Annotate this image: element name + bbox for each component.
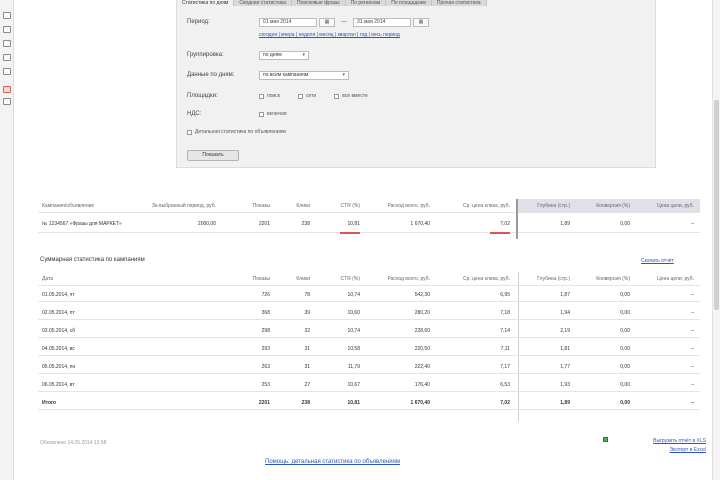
vertical-scrollbar[interactable] [712,0,720,480]
placement-search-checkbox[interactable]: поиск [259,93,280,99]
summary-row: № 1234567 «Фразы для МАРКЕТ» 2000,00 220… [38,215,700,233]
chevron-down-icon: ▾ [302,51,305,58]
wallet-icon[interactable] [3,68,11,75]
data-select[interactable]: по всем кампаниям ▾ [259,70,349,80]
placement-all-checkbox[interactable]: все вместе [334,93,368,99]
daily-header-row: Дата Показы Клики CTR (%) Расход всего, … [38,272,700,286]
summary-header-row: Кампания/объявление За выбранный период,… [38,199,700,213]
tab-other[interactable]: Прочая статистика [431,0,487,6]
placement-networks-checkbox[interactable]: сети [297,93,316,99]
vat-checkbox[interactable]: включая [259,111,287,117]
home-icon[interactable] [3,12,11,19]
campaigns-icon[interactable] [3,26,11,33]
table-row: 03.05.2014, сб 298 32 10,74 228,60 7,14 … [38,324,700,338]
grouping-label: Группировка: [187,52,224,58]
vat-label: НДС: [187,111,202,117]
table-row: 01.05.2014, чт 726 78 10,74 542,30 6,95 … [38,288,700,302]
updated-note: Обновлено 14.05.2014 13:58 [40,440,107,446]
help-icon[interactable] [3,98,11,105]
placement-label: Площадки: [187,93,218,99]
date-presets-links[interactable]: сегодня | вчера | неделя | месяц | кварт… [259,32,400,38]
calendar-to-icon[interactable]: ▦ [413,17,429,27]
table-row: 05.05.2014, пн 263 31 11,79 222,40 7,17 … [38,360,700,374]
table-row: 06.05.2014, вт 253 27 10,67 176,40 6,53 … [38,378,700,392]
detail-checkbox[interactable]: Детальная статистика по объявлениям [187,129,286,135]
tab-placements[interactable]: По площадкам [386,0,432,6]
daily-table: Дата Показы Клики CTR (%) Расход всего, … [38,272,700,422]
data-row: Данные по дням: по всем кампаниям ▾ [187,69,349,81]
alert-icon[interactable] [3,86,11,93]
date-from-input[interactable]: 01 мая 2014 [259,17,317,27]
vat-row: НДС: включая [187,108,305,120]
period-label: Период: [187,19,210,25]
report-tabs: Статистика по дням Сводная статистика По… [177,0,655,6]
export-report-link[interactable]: Скачать отчёт [641,258,674,264]
help-detail-link[interactable]: Помощь: детальная статистика по объявлен… [265,459,400,465]
tab-daily[interactable]: Статистика по дням [177,0,235,6]
chevron-down-icon: ▾ [342,71,345,78]
data-label: Данные по дням: [187,72,235,78]
show-button[interactable]: Показать [187,150,239,161]
scrollbar-thumb[interactable] [714,100,719,310]
tab-summary[interactable]: Сводная статистика [234,0,292,6]
table-row: 02.05.2014, пт 368 39 10,60 280,20 7,18 … [38,306,700,320]
placement-row: Площадки: поиск сети все вместе [187,90,386,102]
grouping-select[interactable]: по дням ▾ [259,50,309,60]
period-row: Период: 01 мая 2014 ▦ — 31 мая 2014 ▦ [187,16,429,28]
cpc-highlight-mark [490,232,510,234]
filter-panel: Статистика по дням Сводная статистика По… [176,0,656,168]
table-row: 04.05.2014, вс 293 31 10,58 220,50 7,11 … [38,342,700,356]
grouping-row: Группировка: по дням ▾ [187,49,309,61]
stats-icon[interactable] [3,40,11,47]
detail-row: Детальная статистика по объявлениям [187,126,304,138]
tab-regions[interactable]: По регионам [345,0,387,6]
settings-icon[interactable] [3,54,11,61]
calendar-from-icon[interactable]: ▦ [319,17,335,27]
total-row: Итого 2201 238 10,81 1 670,40 7,02 1,89 … [38,396,700,410]
daily-section-title: Суммарная статистика по кампаниям [40,257,145,263]
ctr-highlight-mark [340,232,360,234]
summary-table: Кампания/объявление За выбранный период,… [38,199,700,239]
footer-links: Выгрузить отчёт в XLS Экспорт в Excel [606,438,706,456]
date-to-input[interactable]: 31 мая 2014 [353,17,411,27]
left-toolbar [0,0,14,480]
export-excel-link[interactable]: Экспорт в Excel [606,447,706,453]
download-xls-link[interactable]: Выгрузить отчёт в XLS [606,438,706,444]
tab-phrases[interactable]: Поисковые фразы [291,0,346,6]
